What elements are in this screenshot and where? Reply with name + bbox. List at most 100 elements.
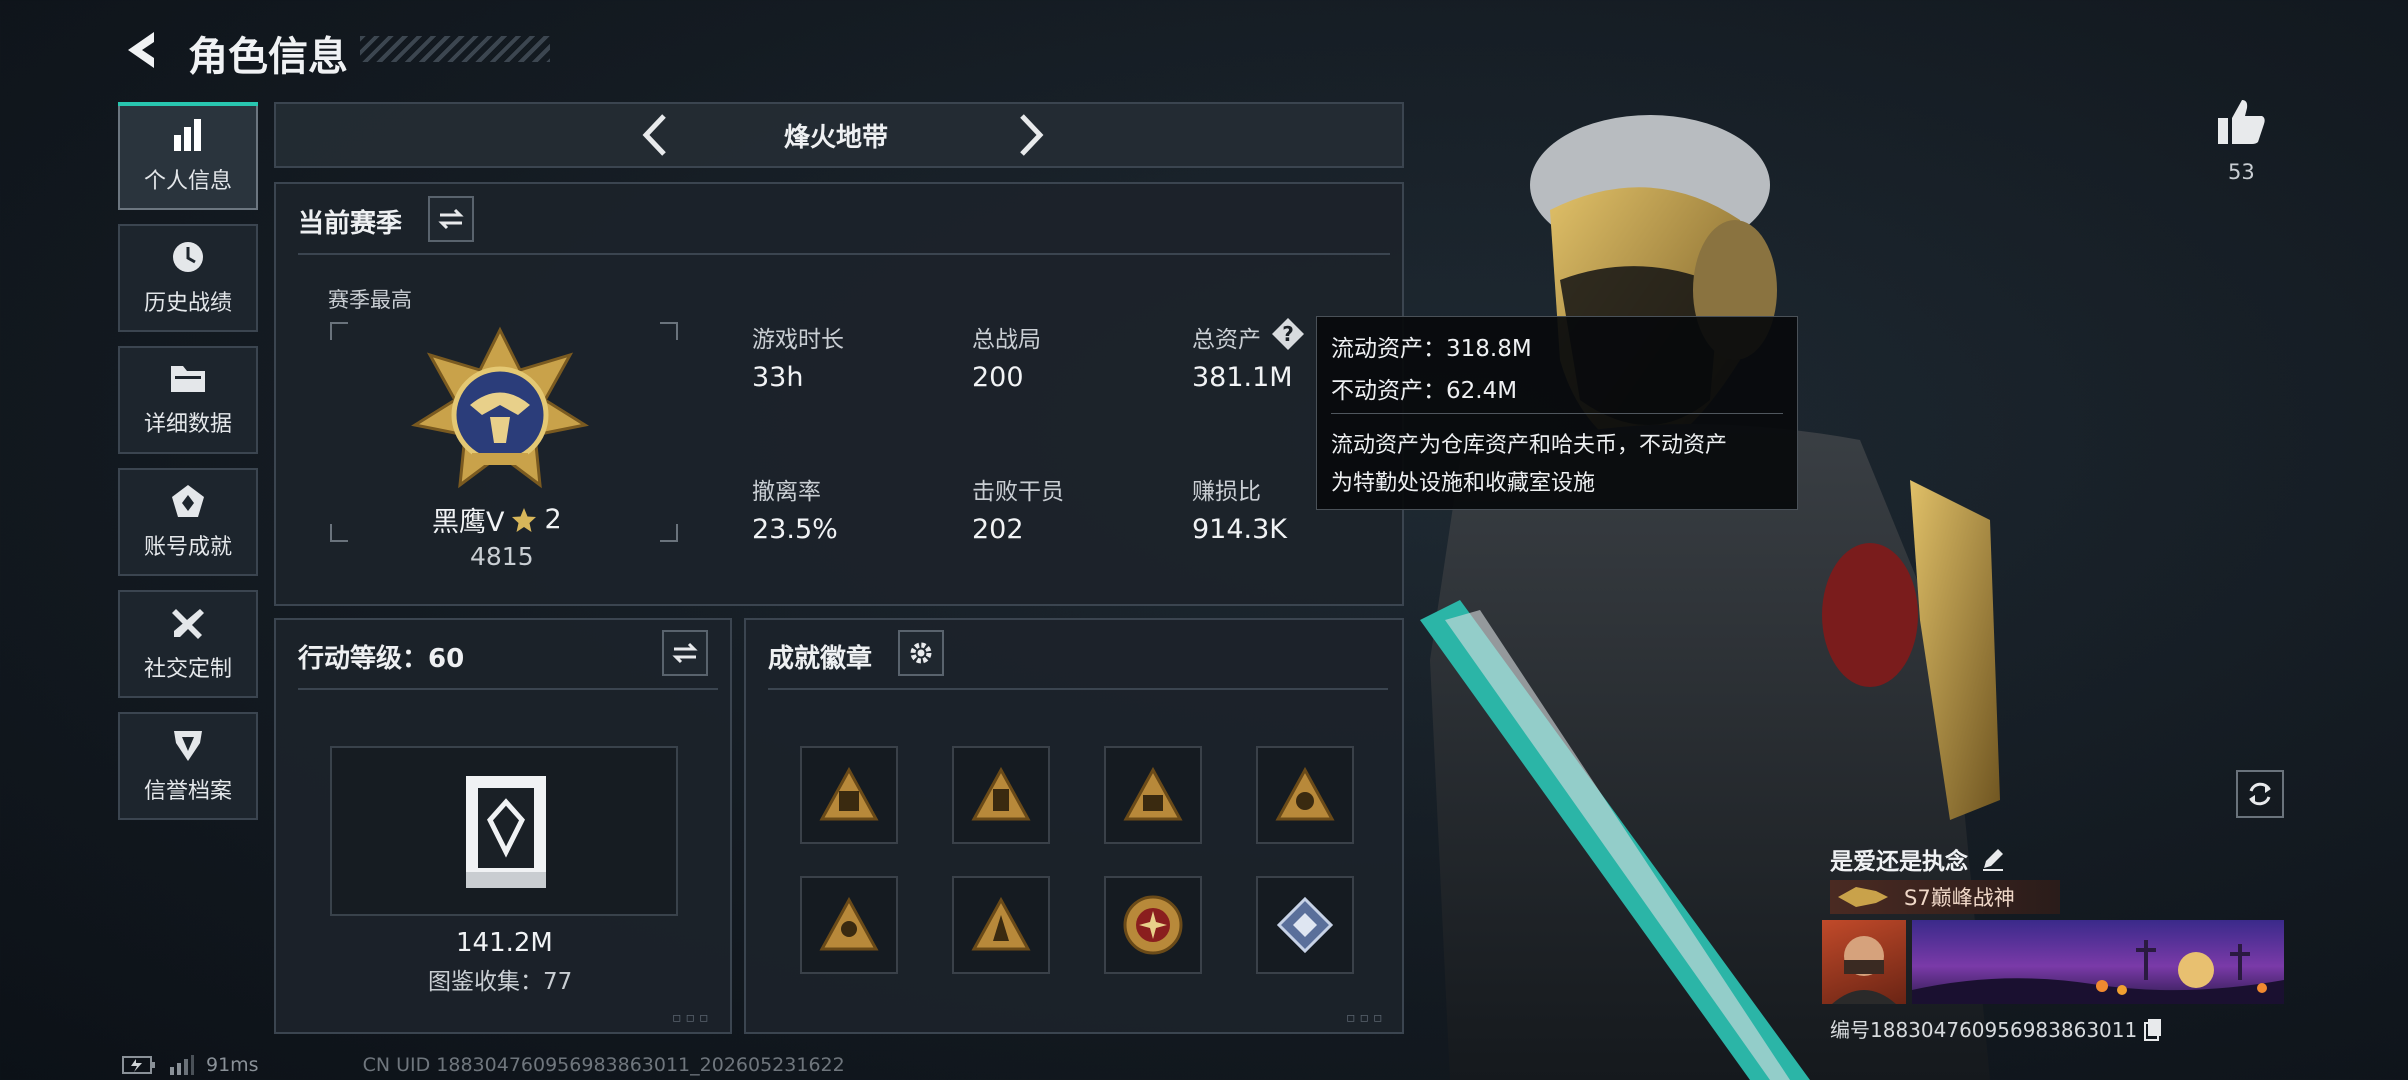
profile-banner bbox=[1912, 920, 2284, 1004]
achievement-badge[interactable] bbox=[1256, 746, 1354, 844]
action-level-value: 141.2M bbox=[456, 928, 553, 958]
stat-label: 击败干员 bbox=[972, 479, 1064, 505]
sidebar-item-label: 社交定制 bbox=[143, 657, 232, 682]
achievement-badge[interactable] bbox=[1256, 876, 1354, 974]
refresh-button[interactable] bbox=[2236, 770, 2284, 818]
swap-icon bbox=[438, 208, 464, 230]
stat-label: 赚损比 bbox=[1192, 479, 1261, 505]
season-switch-button[interactable] bbox=[428, 196, 474, 242]
stat-value: 381.1M bbox=[1192, 362, 1293, 393]
asset-tooltip: 流动资产：318.8M 不动资产：62.4M 流动资产为仓库资产和哈夫币，不动资… bbox=[1316, 316, 1798, 510]
player-id-row: 编号18830476095698386301​1 bbox=[1830, 1014, 2163, 1043]
season-header: 当前赛季 bbox=[298, 209, 403, 239]
divider bbox=[298, 253, 1390, 255]
achievement-badge[interactable] bbox=[800, 876, 898, 974]
title-tag: S7巅峰战神 bbox=[1830, 880, 2060, 914]
frame-corner bbox=[660, 524, 678, 542]
edit-icon[interactable] bbox=[1980, 846, 2006, 872]
prev-mode-button[interactable] bbox=[636, 110, 676, 160]
profile-card: 是爱还是执念 S7巅峰战神 编号18830476095698386301​1 bbox=[1822, 840, 2292, 1052]
sidebar-item-achievements[interactable]: 账号成就 bbox=[118, 468, 258, 576]
collection-icon bbox=[466, 776, 546, 888]
collection-count: 图鉴收集：77 bbox=[428, 969, 573, 995]
help-icon: ? bbox=[1272, 318, 1304, 350]
tooltip-desc: 为特勤处设施和收藏室设施 bbox=[1331, 471, 1596, 496]
badge-icon bbox=[1276, 896, 1334, 954]
sidebar-item-reputation[interactable]: 信誉档案 bbox=[118, 712, 258, 820]
page-title: 角色信息 bbox=[188, 34, 348, 80]
svg-text:?: ? bbox=[1282, 322, 1294, 346]
sidebar-item-label: 历史战绩 bbox=[143, 291, 232, 316]
divider bbox=[298, 688, 718, 690]
achievement-badge[interactable] bbox=[800, 746, 898, 844]
chevron-left-icon bbox=[128, 32, 154, 68]
sidebar-item-label: 详细数据 bbox=[143, 412, 232, 437]
profile-name: 是爱还是执念 bbox=[1830, 849, 1968, 875]
sidebar-item-label: 信誉档案 bbox=[143, 779, 232, 804]
divider bbox=[768, 688, 1388, 690]
achievement-badge[interactable] bbox=[952, 746, 1050, 844]
thumbs-up-icon bbox=[2218, 100, 2265, 144]
badge-icon bbox=[1123, 767, 1183, 821]
chevron-right-icon bbox=[1020, 114, 1044, 156]
sidebar-item-social[interactable]: 社交定制 bbox=[118, 590, 258, 698]
achievement-icon bbox=[172, 485, 204, 517]
back-button[interactable] bbox=[118, 26, 166, 74]
star-icon bbox=[512, 507, 537, 532]
banner-art bbox=[1912, 940, 2284, 1004]
uid: CN UID 18830476095698386301​1_2026052316… bbox=[362, 1054, 845, 1076]
achievements-header: 成就徽章 bbox=[768, 644, 873, 674]
tooltip-fixed: 不动资产：62.4M bbox=[1331, 378, 1518, 404]
chevron-left-icon bbox=[642, 114, 666, 156]
achievements-settings-button[interactable] bbox=[898, 630, 944, 676]
mode-label: 烽火地带 bbox=[784, 123, 889, 153]
rank-score: 4815 bbox=[470, 542, 534, 571]
clock-icon bbox=[173, 242, 203, 272]
wrench-icon bbox=[172, 609, 204, 639]
sidebar-item-personal-info[interactable]: 个人信息 bbox=[118, 102, 258, 210]
stat-value: 200 bbox=[972, 362, 1024, 393]
action-level-header: 行动等级：60 bbox=[298, 644, 465, 674]
stat-label: 撤离率 bbox=[752, 479, 821, 505]
avatar[interactable] bbox=[1822, 920, 1906, 1004]
sidebar-item-detailed-data[interactable]: 详细数据 bbox=[118, 346, 258, 454]
stat-value: 23.5% bbox=[752, 514, 838, 545]
divider bbox=[1331, 413, 1783, 414]
stat-value: 33h bbox=[752, 362, 804, 393]
title-emblem-icon bbox=[1838, 887, 1888, 907]
profile-name-row: 是爱还是执念 bbox=[1830, 842, 2006, 876]
tooltip-liquid: 流动资产：318.8M bbox=[1331, 336, 1532, 362]
rank-name: 黑鹰Ⅴ bbox=[432, 507, 505, 538]
avatar-face-icon bbox=[1832, 936, 1896, 1004]
bar-chart-icon bbox=[174, 119, 201, 151]
refresh-icon bbox=[2249, 782, 2271, 806]
panel-decoration: ▫▫▫ bbox=[672, 1010, 713, 1026]
badge-icon bbox=[1123, 895, 1183, 955]
title-text: S7巅峰战神 bbox=[1904, 886, 2015, 910]
signal-icon bbox=[170, 1055, 194, 1075]
achievement-badge[interactable] bbox=[1104, 876, 1202, 974]
title-stripes bbox=[360, 36, 550, 62]
achievement-badge[interactable] bbox=[1104, 746, 1202, 844]
sidebar-item-history[interactable]: 历史战绩 bbox=[118, 224, 258, 332]
like-button[interactable] bbox=[2216, 96, 2268, 148]
panel-decoration: ▫▫▫ bbox=[1346, 1010, 1387, 1026]
badge-icon bbox=[1275, 767, 1335, 821]
frame-corner bbox=[660, 322, 678, 340]
action-level-switch-button[interactable] bbox=[662, 630, 708, 676]
stat-label: 总战局 bbox=[972, 327, 1041, 353]
rank-stars: 2 bbox=[544, 504, 562, 535]
next-mode-button[interactable] bbox=[1010, 110, 1050, 160]
active-indicator bbox=[118, 102, 258, 106]
tooltip-desc: 流动资产为仓库资产和哈夫币，不动资产 bbox=[1331, 433, 1728, 458]
badge-icon bbox=[971, 897, 1031, 951]
stat-label: 总资产 bbox=[1192, 327, 1261, 353]
achievement-badge[interactable] bbox=[952, 876, 1050, 974]
asset-help-button[interactable]: ? bbox=[1270, 316, 1306, 352]
rank-name-row: 黑鹰Ⅴ 2 bbox=[432, 500, 562, 539]
ping: 91ms bbox=[206, 1054, 259, 1076]
copy-icon[interactable] bbox=[2143, 1017, 2163, 1041]
status-bar: 91ms CN UID 18830476095698386301​1_20260… bbox=[122, 1054, 845, 1076]
badge-icon bbox=[971, 767, 1031, 821]
frame-corner bbox=[330, 524, 348, 542]
